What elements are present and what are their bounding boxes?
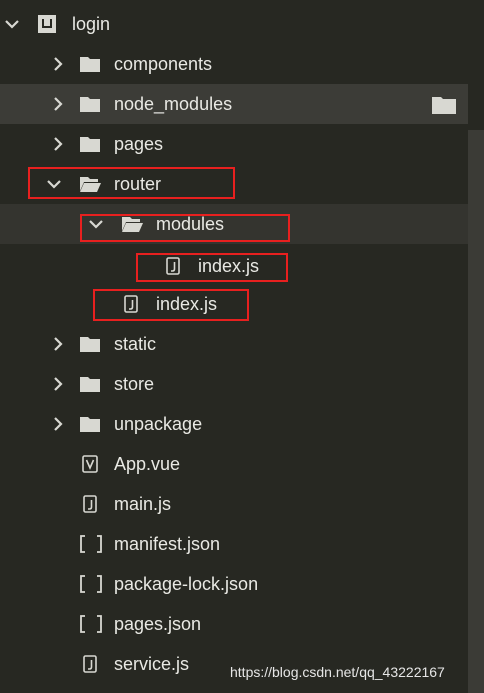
tree-item-store[interactable]: store (0, 364, 468, 404)
tree-item-label: node_modules (114, 94, 233, 114)
chevron-right-icon[interactable] (50, 56, 66, 72)
tree-item-node-modules[interactable]: node_modules (0, 84, 468, 124)
vertical-scrollbar[interactable] (468, 130, 484, 693)
js-file-icon (83, 495, 97, 513)
tree-item-main-js[interactable]: main.js (0, 484, 468, 524)
watermark-text: https://blog.csdn.net/qq_43222167 (230, 664, 445, 680)
folder-icon (80, 377, 100, 392)
tree-item-unpackage[interactable]: unpackage (0, 404, 468, 444)
folder-icon (80, 137, 100, 152)
chevron-right-icon[interactable] (50, 136, 66, 152)
tree-item-label: login (72, 14, 111, 34)
vue-file-icon (82, 455, 98, 473)
tree-item-label: service.js (114, 654, 190, 674)
chevron-down-icon[interactable] (4, 16, 20, 32)
js-file-icon (83, 655, 97, 673)
annotation-box-modules-index-js (136, 253, 288, 282)
tree-item-label: manifest.json (114, 534, 221, 554)
tree-item-pages[interactable]: pages (0, 124, 468, 164)
tree-item-pages-json[interactable]: pages.json (0, 604, 468, 644)
tree-item-label: App.vue (114, 454, 181, 474)
json-file-icon (80, 575, 102, 593)
chevron-right-icon[interactable] (50, 96, 66, 112)
tree-item-label: static (114, 334, 157, 354)
project-icon (38, 15, 56, 33)
folder-icon (80, 337, 100, 352)
chevron-right-icon[interactable] (50, 376, 66, 392)
chevron-right-icon[interactable] (50, 336, 66, 352)
tree-item-label: components (114, 54, 213, 74)
tree-item-label: store (114, 374, 155, 394)
annotation-box-router-index-js (93, 289, 249, 321)
tree-item-manifest-json[interactable]: manifest.json (0, 524, 468, 564)
tree-item-package-lock-json[interactable]: package-lock.json (0, 564, 468, 604)
file-explorer-tree: login components node_modules pages rout… (0, 0, 468, 693)
tree-item-login[interactable]: login (0, 4, 468, 44)
scrollbar-gutter (468, 0, 484, 130)
annotation-box-router (28, 167, 235, 199)
chevron-right-icon[interactable] (50, 416, 66, 432)
tree-item-app-vue[interactable]: App.vue (0, 444, 468, 484)
json-file-icon (80, 615, 102, 633)
tree-item-label: main.js (114, 494, 172, 514)
tree-item-static[interactable]: static (0, 324, 468, 364)
folder-icon (80, 97, 100, 112)
tree-item-label: pages (114, 134, 164, 154)
annotation-box-modules (80, 214, 290, 242)
folder-icon (80, 57, 100, 72)
tree-item-label: pages.json (114, 614, 202, 634)
json-file-icon (80, 535, 102, 553)
folder-icon[interactable] (432, 96, 456, 114)
tree-item-label: unpackage (114, 414, 203, 434)
tree-item-label: package-lock.json (114, 574, 259, 594)
folder-icon (80, 417, 100, 432)
tree-item-components[interactable]: components (0, 44, 468, 84)
